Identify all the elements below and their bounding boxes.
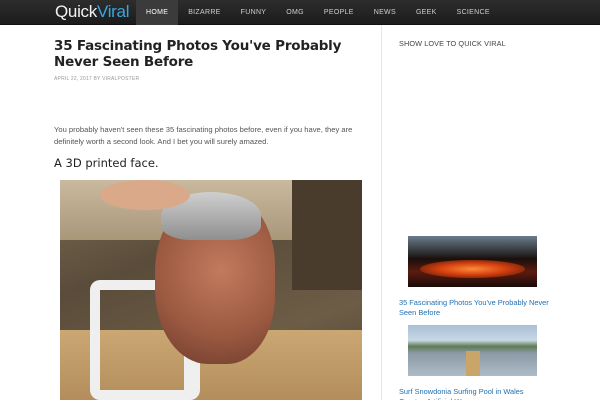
section-heading: A 3D printed face. — [54, 156, 159, 170]
nav-item-people[interactable]: PEOPLE — [314, 0, 364, 25]
nav-item-omg[interactable]: OMG — [276, 0, 314, 25]
sidebar-post-link-2[interactable]: Surf Snowdonia Surfing Pool in Wales Cre… — [399, 387, 549, 400]
article-title[interactable]: 35 Fascinating Photos You've Probably Ne… — [54, 38, 364, 70]
sidebar-divider — [381, 25, 382, 400]
nav-item-home[interactable]: HOME — [136, 0, 179, 25]
photo-hand — [100, 180, 190, 210]
sidebar-post-thumbnail-2[interactable] — [408, 325, 537, 376]
nav-item-geek[interactable]: GEEK — [406, 0, 447, 25]
site-logo[interactable]: QuickViral — [55, 2, 129, 22]
nav-item-science[interactable]: SCIENCE — [447, 0, 500, 25]
nav-item-news[interactable]: NEWS — [364, 0, 406, 25]
sidebar-post-link-1[interactable]: 35 Fascinating Photos You've Probably Ne… — [399, 298, 549, 317]
sidebar-title: SHOW LOVE TO QUICK VIRAL — [399, 39, 506, 48]
logo-text-quick: Quick — [55, 2, 97, 21]
logo-text-viral: Viral — [96, 2, 130, 21]
article-header: 35 Fascinating Photos You've Probably Ne… — [54, 38, 364, 82]
top-navigation-bar: QuickViral HOME BIZARRE FUNNY OMG PEOPLE… — [0, 0, 600, 25]
nav-item-funny[interactable]: FUNNY — [231, 0, 277, 25]
main-menu: HOME BIZARRE FUNNY OMG PEOPLE NEWS GEEK … — [136, 0, 500, 25]
sidebar-post-thumbnail-1[interactable] — [408, 236, 537, 287]
nav-item-bizarre[interactable]: BIZARRE — [178, 0, 230, 25]
thumbnail-lava-crater — [420, 260, 525, 278]
article-photo-3d-printed-face[interactable] — [60, 180, 362, 400]
article-meta: APRIL 22, 2017 BY VIRALPOSTER — [54, 76, 140, 82]
photo-background-shelf — [292, 180, 362, 290]
thumbnail-pier — [466, 351, 480, 376]
article-intro: You probably haven't seen these 35 fasci… — [54, 125, 353, 146]
